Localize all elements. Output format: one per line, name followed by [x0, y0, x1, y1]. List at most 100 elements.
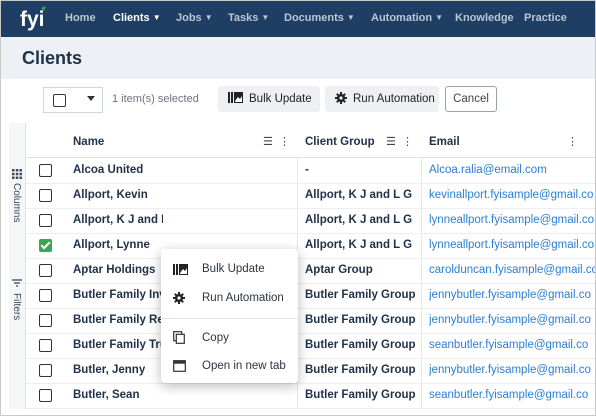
client-email[interactable]: kevinallport.fyisample@gmail.co [429, 189, 595, 201]
row-checkbox[interactable] [39, 364, 52, 377]
table-row[interactable]: Allport, Kevin Allport, K J and L G kevina… [26, 183, 595, 209]
chevron-down-icon: ▼ [152, 13, 161, 22]
side-tool-panel: Columns Filters [9, 123, 26, 409]
table-row[interactable]: Butler Family Inves Butler Family Group je… [26, 283, 595, 309]
nav-knowledge[interactable]: Knowledge [455, 12, 514, 24]
nav-jobs[interactable]: Jobs ▼ [176, 12, 213, 24]
filters-tab[interactable]: Filters [11, 293, 22, 320]
more-vertical-icon[interactable]: ⋮ [279, 136, 290, 148]
client-email[interactable]: Alcoa.ralia@email.com [429, 164, 595, 176]
client-email[interactable]: seanbutler.fyisample@gmail.co [429, 339, 595, 351]
nav-practice[interactable]: Practice [524, 12, 567, 24]
table-row[interactable]: Allport, K J and L G Allport, K J and L G… [26, 208, 595, 234]
header-client-group[interactable]: Client Group [305, 136, 375, 148]
chevron-down-icon: ▼ [435, 13, 444, 22]
row-checkbox[interactable] [39, 214, 52, 227]
page-title: Clients [22, 48, 83, 68]
client-email[interactable]: jennybutler.fyisample@gmail.co [429, 364, 595, 376]
menu-item-copy[interactable]: Copy [161, 328, 298, 350]
row-checkbox[interactable] [39, 264, 52, 277]
menu-item-open-new-tab[interactable]: Open in new tab [161, 356, 298, 378]
gear-icon [173, 291, 187, 305]
client-email[interactable]: jennybutler.fyisample@gmail.co [429, 289, 595, 301]
client-group: Aptar Group [305, 264, 373, 276]
client-email[interactable]: jennybutler.fyisample@gmail.co [429, 314, 595, 326]
row-checkbox[interactable] [39, 389, 52, 402]
fyi-logo[interactable]: fyi [19, 5, 49, 33]
new-tab-icon [173, 359, 187, 373]
select-all-checkbox[interactable] [53, 94, 66, 107]
client-group: Butler Family Group [305, 339, 416, 351]
menu-item-bulk-update[interactable]: Bulk Update [161, 259, 298, 281]
svg-text:fyi: fyi [20, 8, 45, 31]
row-checkbox[interactable] [39, 164, 52, 177]
row-checkbox[interactable] [39, 189, 52, 202]
header-email[interactable]: Email [429, 136, 460, 148]
top-nav: fyi Home Clients ▼ Jobs ▼ Tasks ▼ Documents… [1, 1, 595, 37]
menu-item-run-automation[interactable]: Run Automation [161, 288, 298, 310]
columns-tab[interactable]: Columns [11, 183, 22, 222]
group-column-tools[interactable]: ☰ ⋮ [386, 135, 413, 148]
nav-tasks[interactable]: Tasks ▼ [228, 12, 269, 24]
filter-icon[interactable]: ☰ [386, 136, 396, 148]
chevron-down-icon: ▼ [261, 13, 270, 22]
nav-home[interactable]: Home [65, 12, 96, 24]
client-group: Butler Family Group [305, 314, 416, 326]
client-name: Alcoa United [73, 164, 144, 176]
run-automation-button[interactable]: Run Automation [325, 86, 439, 112]
nav-automation[interactable]: Automation ▼ [371, 12, 443, 24]
cancel-button[interactable]: Cancel [445, 86, 497, 112]
selected-count: 1 item(s) selected [112, 93, 199, 105]
client-name: Butler Family Trust [73, 339, 163, 351]
table-row[interactable]: Aptar Holdings Aptar Group carolduncan.fyi… [26, 258, 595, 284]
chevron-down-icon: ▼ [346, 13, 355, 22]
table-row[interactable]: Butler Family Retir Butler Family Group je… [26, 308, 595, 334]
menu-divider [161, 318, 298, 319]
more-vertical-icon[interactable]: ⋮ [567, 136, 578, 148]
client-email[interactable]: carolduncan.fyisample@gmail.co [429, 264, 595, 276]
client-group: Butler Family Group [305, 364, 416, 376]
client-email[interactable]: lynneallport.fyisample@gmail.co [429, 239, 595, 251]
client-group: - [305, 164, 309, 176]
filter-icon[interactable]: ☰ [263, 136, 273, 148]
client-email[interactable]: lynneallport.fyisample@gmail.co [429, 214, 595, 226]
run-automation-label: Run Automation [353, 93, 435, 105]
client-name: Allport, Lynne [73, 239, 150, 251]
context-menu: Bulk Update Run Automation Copy Open in … [161, 249, 298, 383]
nav-clients[interactable]: Clients ▼ [113, 12, 161, 24]
page-header [1, 37, 595, 79]
table-row[interactable]: Allport, Lynne Allport, K J and L G lynnea… [26, 233, 595, 259]
row-checkbox[interactable] [39, 239, 52, 252]
client-group: Butler Family Group [305, 289, 416, 301]
client-email[interactable]: seanbutler.fyisample@gmail.co [429, 389, 595, 401]
gear-icon [335, 91, 347, 107]
bulk-update-label: Bulk Update [249, 93, 312, 105]
row-checkbox[interactable] [39, 314, 52, 327]
table-row[interactable]: Butler, Jenny Butler Family Group jennybut… [26, 358, 595, 384]
row-checkbox[interactable] [39, 289, 52, 302]
bulk-update-button[interactable]: Bulk Update [218, 86, 320, 112]
table-header: Name ☰ ⋮ Client Group ☰ ⋮ Email ⋮ [26, 129, 595, 158]
chevron-down-icon[interactable] [87, 96, 95, 101]
client-name: Butler Family Retir [73, 314, 163, 326]
filter-icon [12, 279, 22, 287]
nav-documents[interactable]: Documents ▼ [284, 12, 355, 24]
client-name: Butler Family Inves [73, 289, 163, 301]
header-name[interactable]: Name [73, 136, 104, 148]
name-column-tools[interactable]: ☰ ⋮ [263, 135, 290, 148]
table-row[interactable]: Alcoa United - Alcoa.ralia@email.com [26, 158, 595, 184]
client-group: Allport, K J and L G [305, 239, 413, 251]
client-name: Aptar Holdings [73, 264, 156, 276]
client-name: Butler, Jenny [73, 364, 146, 376]
table-row[interactable]: Butler, Sean Butler Family Group seanbutle… [26, 383, 595, 409]
copy-icon [173, 331, 187, 345]
clients-table: Name ☰ ⋮ Client Group ☰ ⋮ Email ⋮ Alcoa … [26, 129, 595, 409]
table-row[interactable]: Butler Family Trust Butler Family Group se… [26, 333, 595, 359]
client-group: Allport, K J and L G [305, 214, 413, 226]
row-checkbox[interactable] [39, 339, 52, 352]
bulk-update-icon [228, 92, 243, 106]
client-group: Butler Family Group [305, 389, 416, 401]
email-column-tools[interactable]: ⋮ [567, 135, 578, 148]
more-vertical-icon[interactable]: ⋮ [402, 136, 413, 148]
bulk-update-icon [173, 262, 188, 276]
